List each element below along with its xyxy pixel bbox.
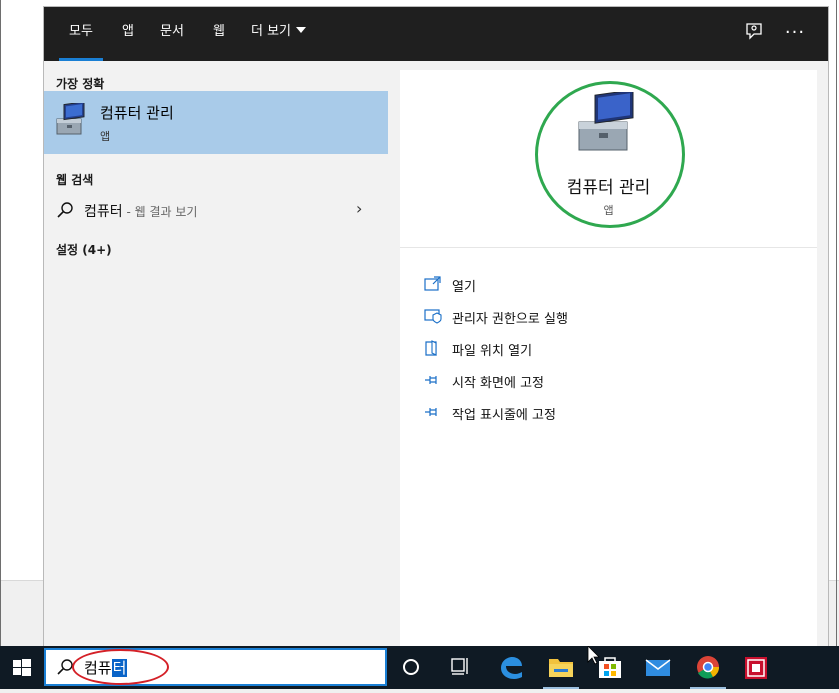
- action-pin-to-start[interactable]: 시작 화면에 고정: [424, 369, 804, 393]
- run-as-admin-icon: [424, 309, 442, 324]
- settings-heading[interactable]: 설정 (4+): [56, 241, 112, 258]
- cortana-icon[interactable]: [387, 646, 435, 689]
- tab-apps[interactable]: 앱: [122, 7, 134, 61]
- pin-icon: [425, 376, 437, 384]
- best-match-kind: 앱: [100, 130, 111, 143]
- action-open-file-location[interactable]: 파일 위치 열기: [424, 337, 804, 361]
- search-panel: 모두 앱 문서 웹 더 보기 ··· 가장 정확 컴퓨터 관리 앱 웹 검색 컴…: [44, 7, 828, 648]
- web-search-result[interactable]: 컴퓨터 - 웹 결과 보기 ›: [44, 193, 388, 227]
- start-icon[interactable]: [0, 646, 44, 689]
- computer-management-icon: [54, 101, 88, 137]
- annotation-oval: [72, 649, 169, 685]
- web-search-heading: 웹 검색: [56, 173, 94, 187]
- best-match-result[interactable]: 컴퓨터 관리 앱: [44, 91, 388, 154]
- best-match-name: 컴퓨터 관리: [100, 104, 174, 122]
- web-query: 컴퓨터: [84, 204, 123, 220]
- action-open-label: 열기: [452, 280, 476, 295]
- store-icon[interactable]: [586, 645, 634, 689]
- chevron-down-icon: [296, 27, 307, 33]
- tab-web[interactable]: 웹: [213, 7, 225, 61]
- detail-pane: 컴퓨터 관리 앱 열기 관리자 권한으로 실행 파일 위치 열기 시작 화면에 …: [400, 70, 817, 648]
- action-pin-to-start-label: 시작 화면에 고정: [452, 376, 544, 391]
- app-icon[interactable]: [732, 646, 780, 689]
- task-view-icon[interactable]: [436, 646, 484, 689]
- action-open-file-location-label: 파일 위치 열기: [452, 344, 533, 359]
- search-icon: [57, 202, 73, 218]
- more-options-icon[interactable]: ···: [782, 21, 808, 45]
- tab-more[interactable]: 더 보기: [251, 7, 307, 61]
- detail-subtitle: 앱: [603, 204, 614, 217]
- open-icon: [424, 276, 441, 291]
- file-location-icon: [425, 340, 437, 356]
- results-list: 가장 정확 컴퓨터 관리 앱 웹 검색 컴퓨터 - 웹 결과 보기 › 설정 (…: [44, 61, 388, 648]
- action-pin-to-taskbar[interactable]: 작업 표시줄에 고정: [424, 401, 804, 425]
- file-explorer-icon[interactable]: [537, 646, 585, 689]
- filter-bar: 모두 앱 문서 웹 더 보기 ···: [44, 7, 828, 61]
- detail-title: 컴퓨터 관리: [566, 178, 651, 198]
- chevron-right-icon: ›: [356, 199, 363, 218]
- pin-icon: [425, 408, 437, 416]
- tab-documents[interactable]: 문서: [160, 7, 184, 61]
- mail-icon[interactable]: [634, 646, 682, 689]
- edge-icon[interactable]: [487, 646, 535, 689]
- divider: [400, 247, 817, 248]
- action-pin-to-taskbar-label: 작업 표시줄에 고정: [452, 408, 556, 423]
- web-hint: - 웹 결과 보기: [122, 205, 198, 219]
- tab-more-label: 더 보기: [251, 24, 292, 39]
- feedback-icon[interactable]: [741, 21, 767, 45]
- action-run-as-admin-label: 관리자 권한으로 실행: [452, 312, 568, 327]
- best-match-heading: 가장 정확: [56, 77, 105, 91]
- chrome-icon[interactable]: [684, 646, 732, 689]
- action-open[interactable]: 열기: [424, 273, 804, 297]
- tab-all[interactable]: 모두: [59, 7, 103, 61]
- search-input[interactable]: 컴퓨터: [44, 648, 387, 686]
- action-run-as-admin[interactable]: 관리자 권한으로 실행: [424, 305, 804, 329]
